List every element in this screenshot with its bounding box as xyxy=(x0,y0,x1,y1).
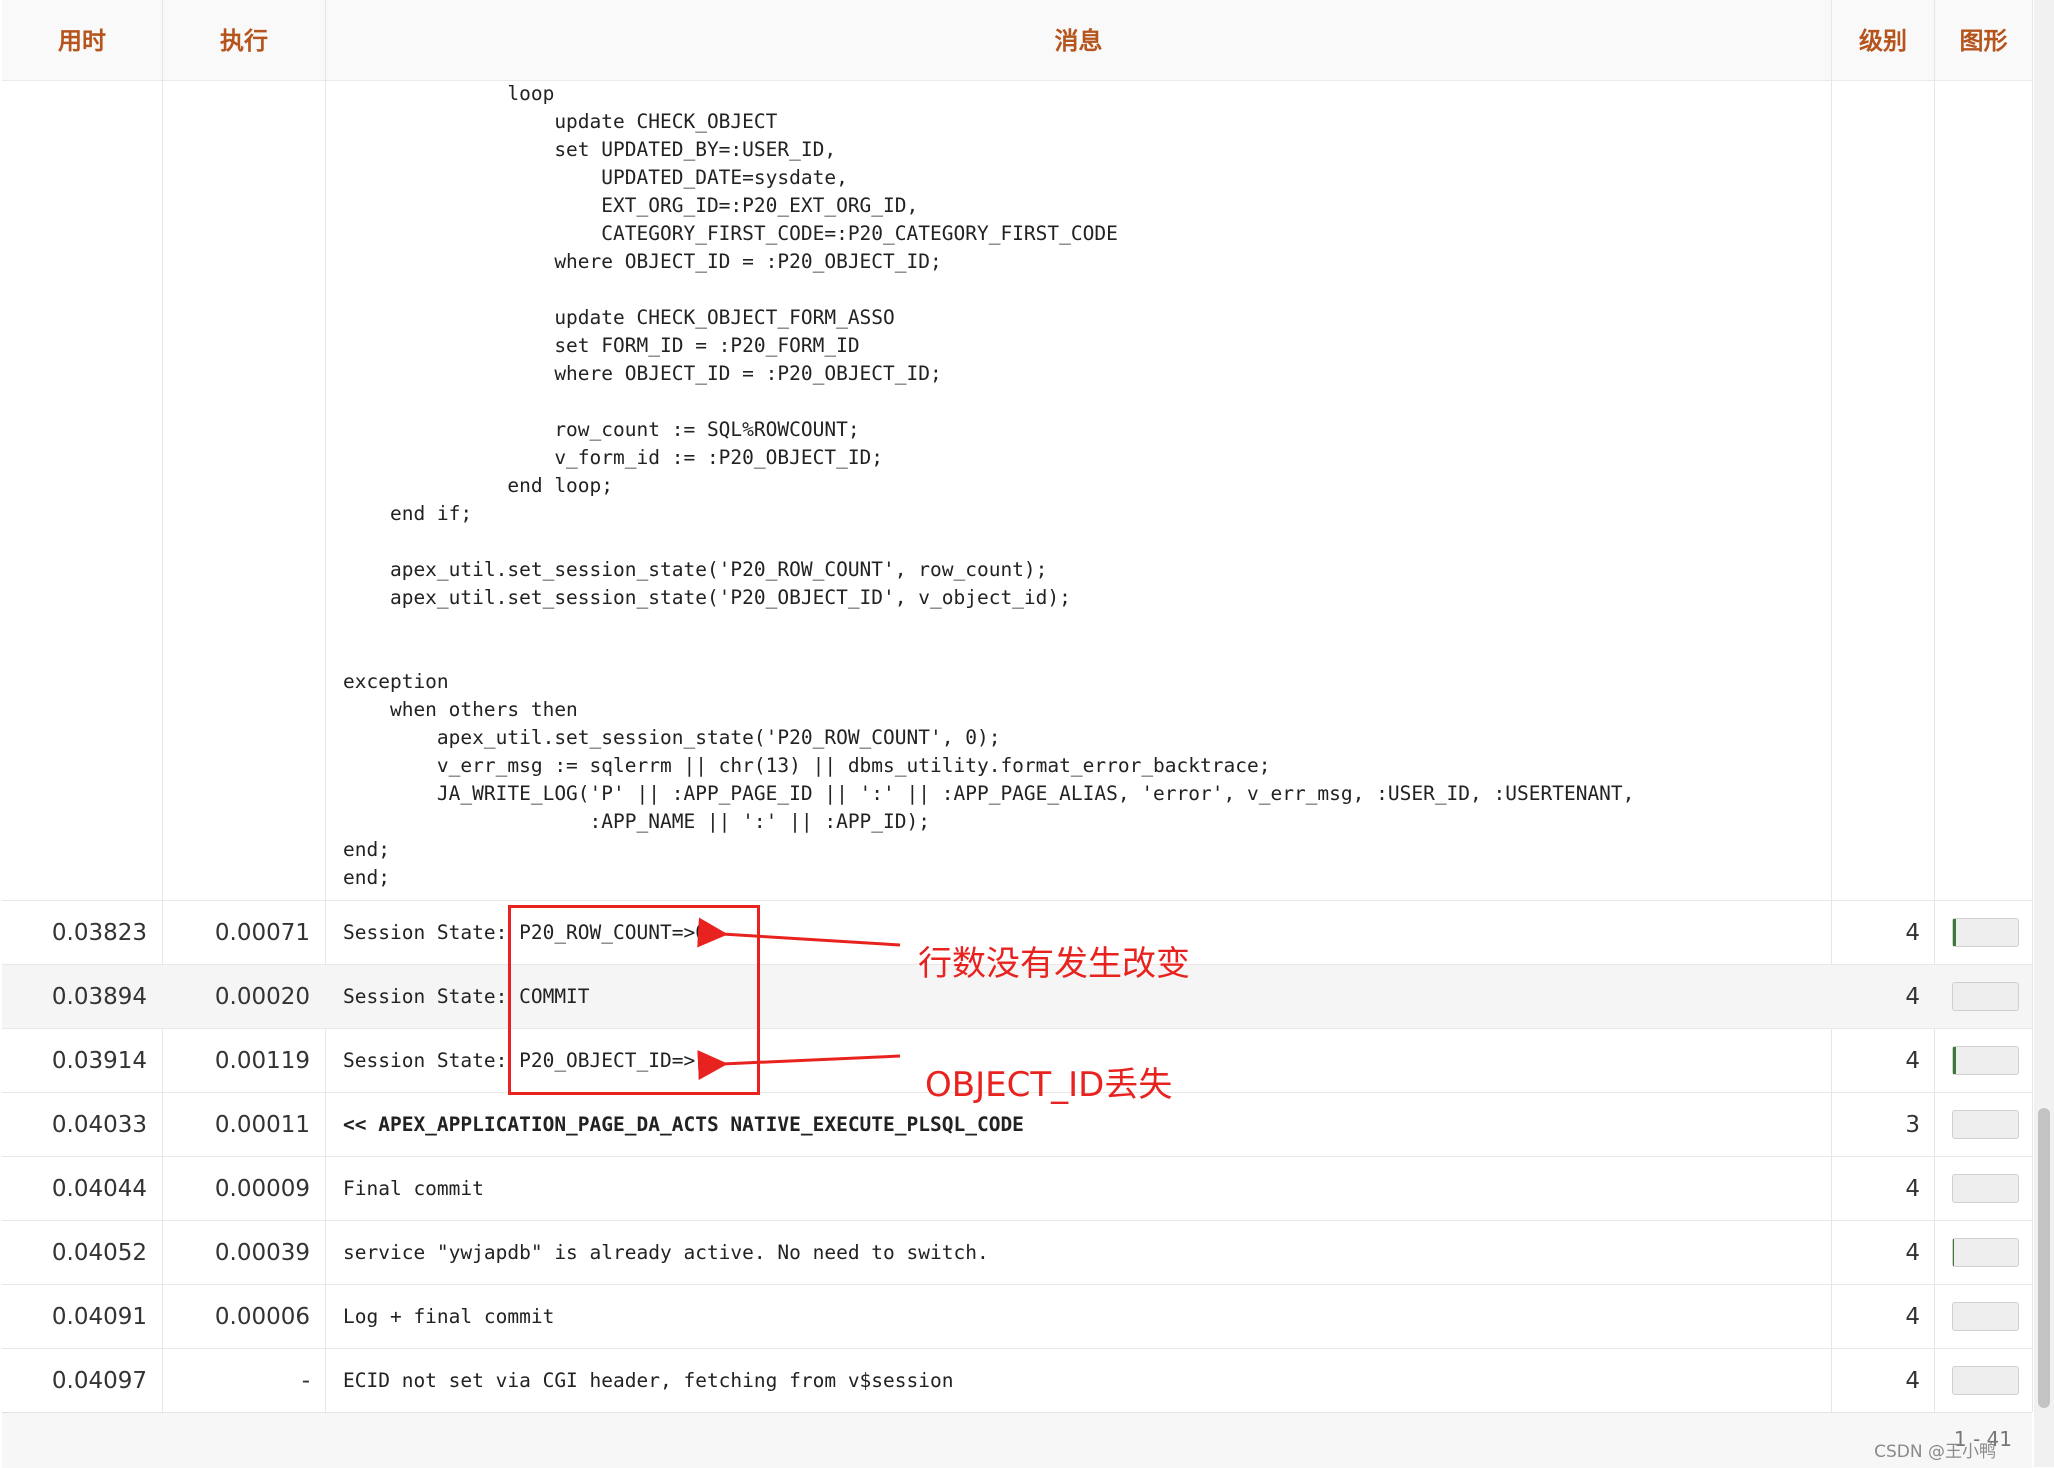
arrow-to-row-count xyxy=(697,917,901,948)
annotation-object-id-lost: OBJECT_ID丢失 xyxy=(925,1065,1173,1105)
annotation-row-count-unchanged: 行数没有发生改变 xyxy=(918,944,1190,984)
arrow-to-object-id xyxy=(697,1050,901,1081)
annotation-arrows xyxy=(697,917,901,1081)
